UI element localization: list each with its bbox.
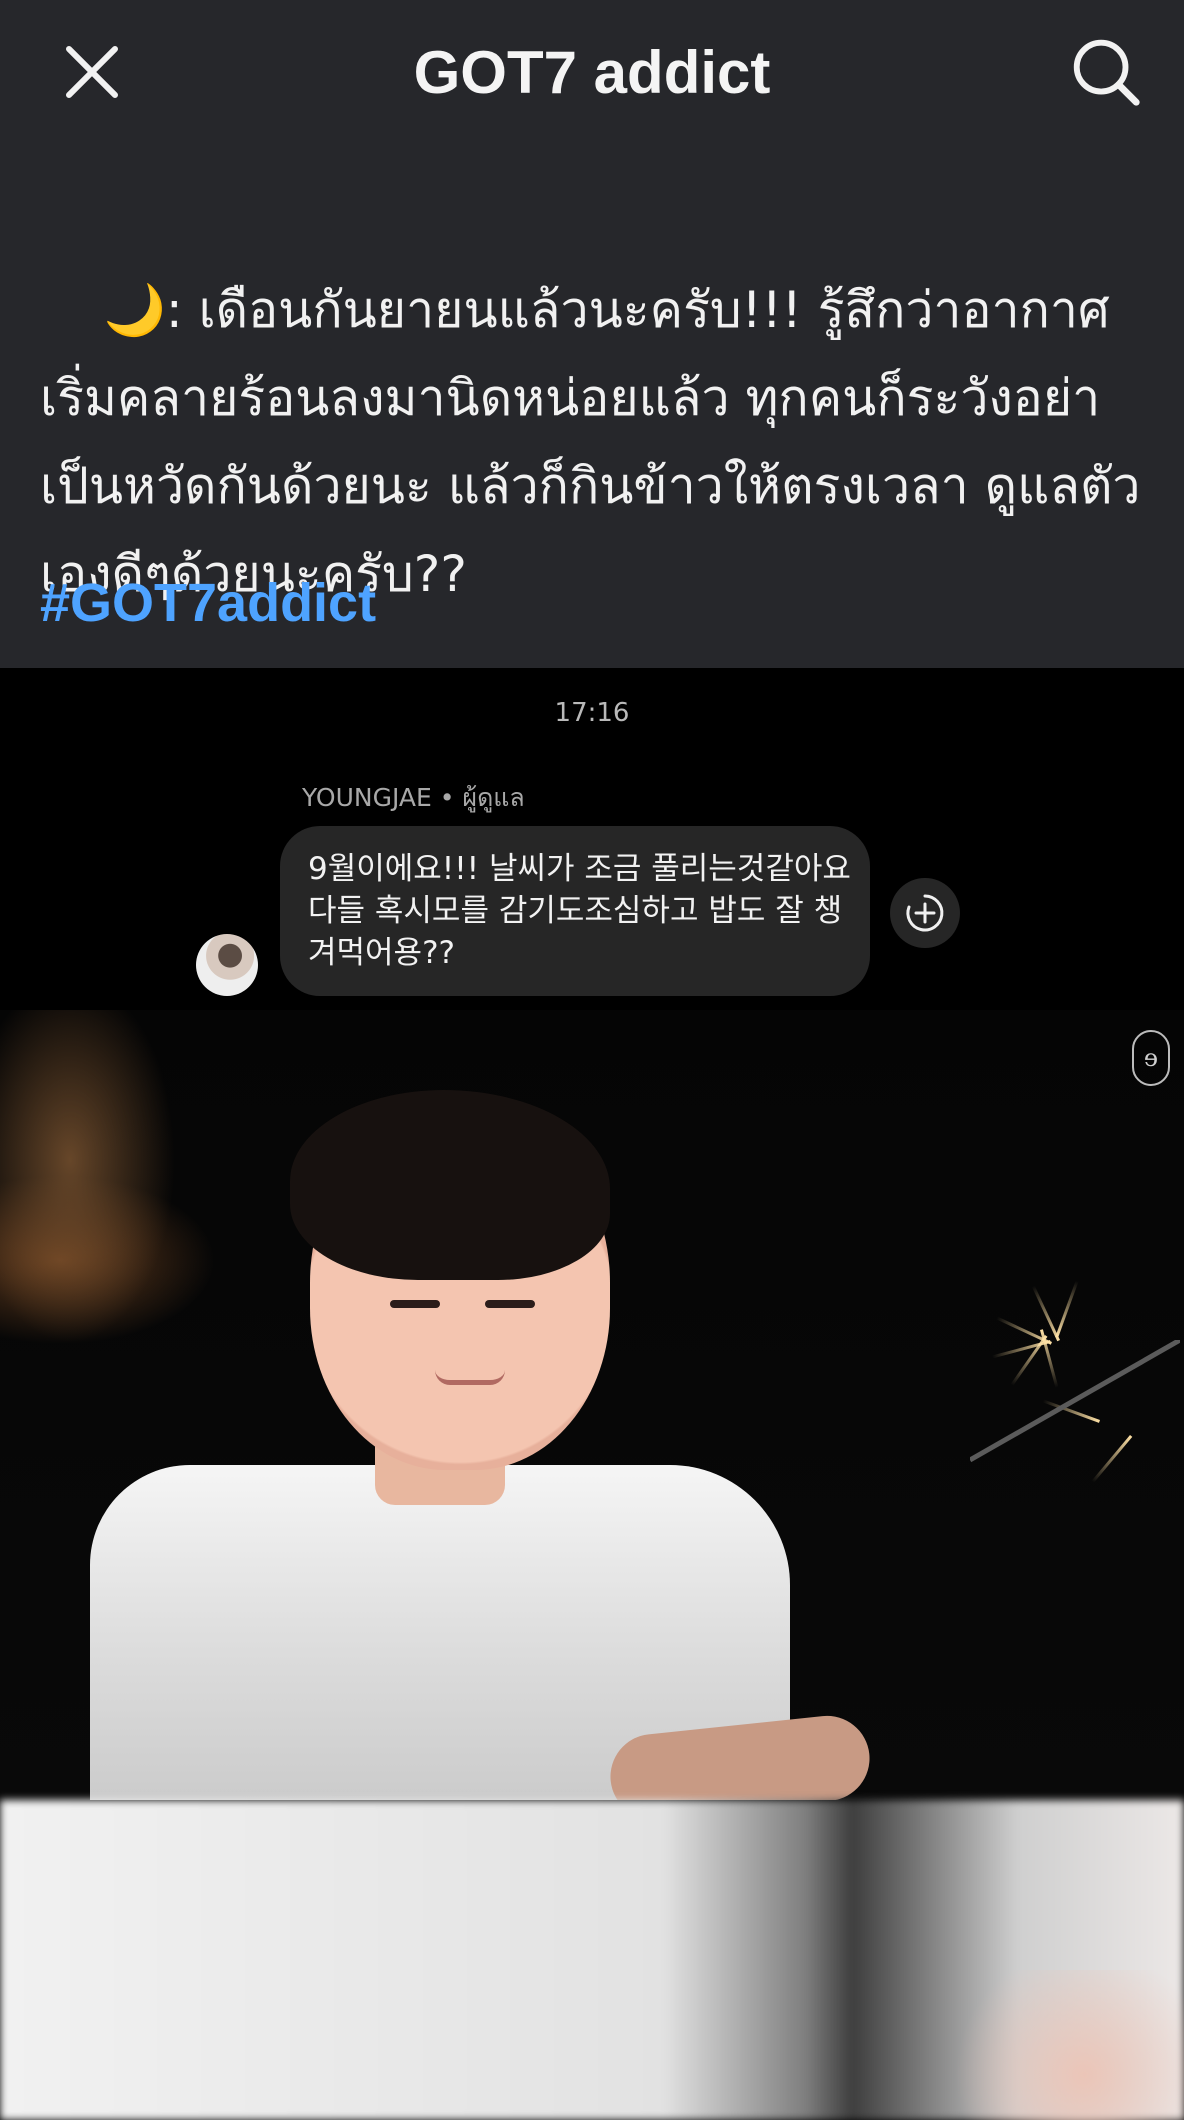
hair xyxy=(290,1090,610,1280)
sparkler-sparks xyxy=(970,1260,1180,1530)
left-eye xyxy=(390,1300,440,1308)
blurred-skin-tone xyxy=(934,1970,1184,2120)
photo: ɘ xyxy=(0,1010,1184,1800)
chat-timestamp: 17:16 xyxy=(554,698,630,728)
post-content: 🌙: เดือนกันยายนแล้วนะครับ!!! รู้สึกว่าอา… xyxy=(0,148,1184,668)
top-app-bar: GOT7 addict xyxy=(0,0,1184,148)
sparkler-stick-icon xyxy=(970,1340,1180,1463)
chat-bubble: 9월이에요!!! 날씨가 조금 풀리는것같아요 다들 혹시모를 감기도조심하고 … xyxy=(280,826,870,996)
chat-sender: YOUNGJAE • ผู้ดูแล xyxy=(302,783,525,812)
brand-logo-icon: ɘ xyxy=(1132,1030,1170,1086)
page-title: GOT7 addict xyxy=(413,39,771,106)
post-text: : เดือนกันยายนแล้วนะครับ!!! รู้สึกว่าอาก… xyxy=(40,281,1141,603)
smile xyxy=(435,1370,505,1385)
moon-emoji: 🌙 xyxy=(103,281,166,339)
add-reaction-icon xyxy=(906,894,944,932)
add-reaction-button[interactable] xyxy=(890,878,960,948)
hashtag-link[interactable]: #GOT7addict xyxy=(40,568,376,638)
spark xyxy=(1055,1280,1079,1338)
avatar xyxy=(196,934,258,996)
embedded-chat-screenshot: 17:16 YOUNGJAE • ผู้ดูแล 9월이에요!!! 날씨가 조금… xyxy=(0,668,1184,2120)
person-illustration xyxy=(90,1050,910,1800)
chat-message: 9월이에요!!! 날씨가 조금 풀리는것같아요 다들 혹시모를 감기도조심하고 … xyxy=(308,851,851,971)
search-icon xyxy=(1073,39,1140,106)
search-button[interactable] xyxy=(1066,32,1146,112)
right-eye xyxy=(485,1300,535,1308)
